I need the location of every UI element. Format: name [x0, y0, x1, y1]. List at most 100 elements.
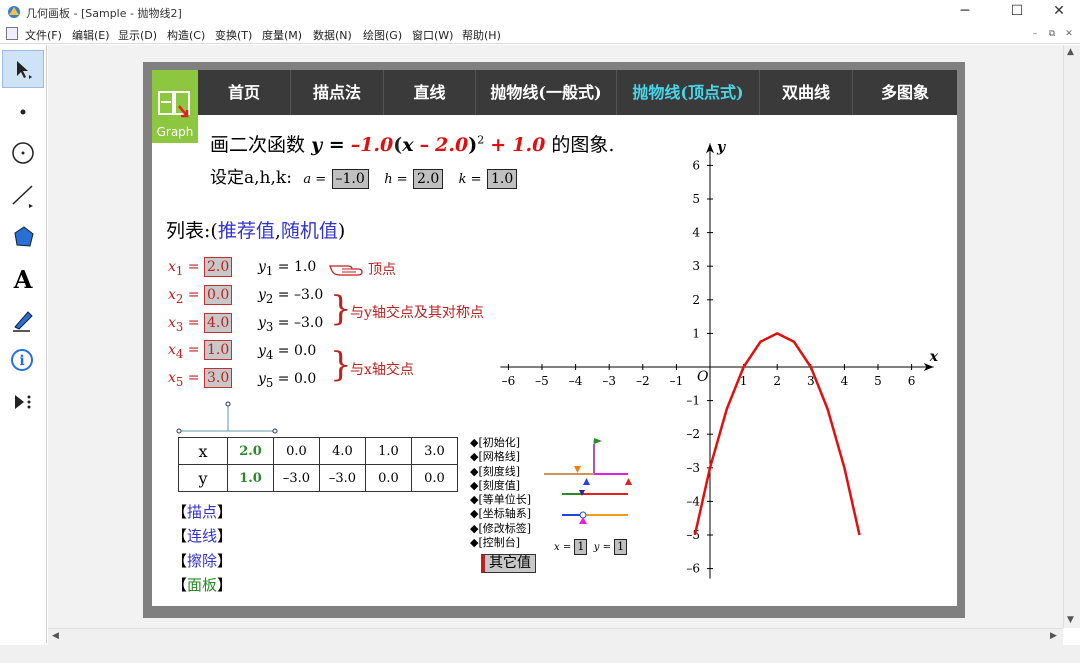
x-axis-label: x	[929, 349, 939, 365]
menu-help[interactable]: 帮助(H)	[462, 27, 501, 43]
maximize-button[interactable]: ☐	[994, 0, 1040, 24]
point-tool[interactable]	[2, 93, 44, 131]
point-x3-value[interactable]: 4.0	[203, 313, 233, 333]
point-x3: x3 = 4.0	[168, 313, 233, 334]
formula-exponent: 2	[477, 133, 485, 147]
custom-tool[interactable]	[2, 384, 44, 422]
parabola-curve	[693, 332, 861, 536]
scroll-up-icon[interactable]: ▲	[1067, 47, 1074, 57]
line-segment-icon	[12, 185, 33, 208]
logo-label: Graph	[156, 125, 194, 139]
marker-tool[interactable]	[2, 301, 44, 339]
horizontal-scrollbar[interactable]: ◀ ▶	[48, 628, 1063, 645]
x-tick-label: 5	[874, 374, 882, 388]
x-tick-label: –5	[535, 374, 549, 388]
x-tick-label: –2	[636, 374, 650, 388]
list-header-suffix: )	[337, 220, 346, 242]
vertex-note: 顶点	[368, 262, 396, 278]
table-resize-handle[interactable]	[174, 400, 280, 436]
table-cell: 0.0	[411, 464, 458, 492]
x-tick-label: –3	[602, 374, 616, 388]
menu-file[interactable]: 文件(F)	[25, 27, 62, 43]
table-cell: 0.0	[365, 464, 412, 492]
menu-transform[interactable]: 变换(T)	[215, 27, 252, 43]
table-cell: 0.0	[273, 437, 320, 465]
point-x5: x5 = 3.0	[168, 368, 233, 389]
recommend-values-link[interactable]: 推荐值	[218, 220, 275, 242]
point-x5-value[interactable]: 3.0	[203, 368, 233, 388]
menu-measure[interactable]: 度量(M)	[262, 27, 302, 43]
formula-x: x	[402, 134, 414, 156]
tab-parabola-general[interactable]: 抛物线(一般式)	[476, 70, 617, 115]
values-table: x 2.0 0.0 4.0 1.0 3.0 y 1.0 –3.0 –3.0 0.…	[178, 437, 458, 492]
x-tick-label: 4	[841, 374, 849, 388]
tab-line[interactable]: 直线	[384, 70, 476, 115]
circle-icon	[12, 142, 34, 164]
plot-points-button[interactable]: 【描点】	[172, 501, 232, 522]
mdi-restore-button[interactable]: ⧉	[1045, 28, 1059, 41]
tab-multi-graph[interactable]: 多图象	[853, 70, 957, 115]
mdi-close-button[interactable]: ✕	[1062, 28, 1076, 41]
x-tick-label: 6	[908, 374, 916, 388]
info-icon: i	[11, 349, 33, 371]
point-y4: y4 = 0.0	[258, 343, 317, 362]
tab-hyperbola[interactable]: 双曲线	[760, 70, 853, 115]
compass-tool[interactable]	[2, 134, 44, 172]
tab-point-plotting[interactable]: 描点法	[291, 70, 384, 115]
vertical-scrollbar[interactable]: ▲ ▼	[1063, 45, 1080, 628]
text-tool[interactable]: A	[2, 260, 44, 298]
information-tool[interactable]: i	[2, 342, 44, 380]
point-x1-value[interactable]: 2.0	[203, 257, 233, 277]
connect-line-button[interactable]: 【连线】	[172, 525, 232, 546]
table-cell: –3.0	[273, 464, 320, 492]
nav-bar: 首页 描点法 直线 抛物线(一般式) 抛物线(顶点式) 双曲线 多图象	[198, 70, 957, 115]
point-icon	[20, 109, 26, 115]
menu-construct[interactable]: 构造(C)	[167, 27, 205, 43]
point-y5: y5 = 0.0	[258, 371, 317, 390]
origin-label: O	[697, 369, 709, 385]
param-a-value[interactable]: –1.0	[331, 169, 369, 189]
brace-x-axis: }	[330, 345, 352, 385]
point-x2-value[interactable]: 0.0	[203, 285, 233, 305]
y-tick-label: –1	[686, 394, 700, 408]
document-icon[interactable]	[6, 27, 18, 40]
menu-data[interactable]: 数据(N)	[313, 27, 352, 43]
y-tick-label: 6	[692, 158, 700, 172]
close-button[interactable]: ✕	[1036, 0, 1080, 24]
menu-edit[interactable]: 编辑(E)	[72, 27, 110, 43]
table-header-y: y	[178, 464, 228, 492]
scroll-left-icon[interactable]: ◀	[52, 631, 59, 641]
formula-close-paren: )	[468, 134, 478, 156]
point-x4-value[interactable]: 1.0	[203, 340, 233, 360]
polygon-tool[interactable]	[2, 218, 44, 256]
table-cell: 4.0	[319, 437, 366, 465]
menu-window[interactable]: 窗口(W)	[412, 27, 453, 43]
straightedge-tool[interactable]	[2, 176, 44, 214]
tab-parabola-vertex[interactable]: 抛物线(顶点式)	[617, 70, 760, 115]
param-h-value[interactable]: 2.0	[413, 169, 444, 189]
mdi-minimize-button[interactable]: –	[1028, 28, 1042, 41]
scroll-down-icon[interactable]: ▼	[1067, 615, 1074, 625]
graph-logo: Graph	[152, 70, 198, 143]
y-tick-label: 1	[692, 326, 700, 340]
arrow-tool[interactable]	[2, 50, 44, 88]
table-row: y 1.0 –3.0 –3.0 0.0 0.0	[178, 464, 458, 492]
tab-home[interactable]: 首页	[198, 70, 291, 115]
panel-button[interactable]: 【面板】	[172, 574, 232, 595]
point-x1: x1 = 2.0	[168, 257, 233, 278]
scroll-right-icon[interactable]: ▶	[1050, 631, 1057, 641]
title-bar: 几何画板 - [Sample - 抛物线2] ─ ☐ ✕	[0, 0, 1080, 24]
menu-display[interactable]: 显示(D)	[118, 27, 157, 43]
random-values-link[interactable]: 随机值	[281, 220, 338, 242]
y-tick-label: –2	[686, 427, 700, 441]
table-cell: 3.0	[411, 437, 458, 465]
x-tick-label: 2	[773, 374, 781, 388]
menu-graph[interactable]: 绘图(G)	[363, 27, 402, 43]
formula-a: –1.0	[350, 134, 394, 156]
erase-button[interactable]: 【擦除】	[172, 550, 232, 571]
status-bar	[0, 645, 1080, 663]
parabola-graph[interactable]: xyO–6 –5 –4 –3 –2 –1 1 2 3 4 5 6654321–1–2–3–4–5–6	[495, 125, 955, 585]
x-tick-label: –4	[569, 374, 583, 388]
minimize-button[interactable]: ─	[942, 0, 988, 24]
y-axis-label: y	[716, 139, 726, 155]
